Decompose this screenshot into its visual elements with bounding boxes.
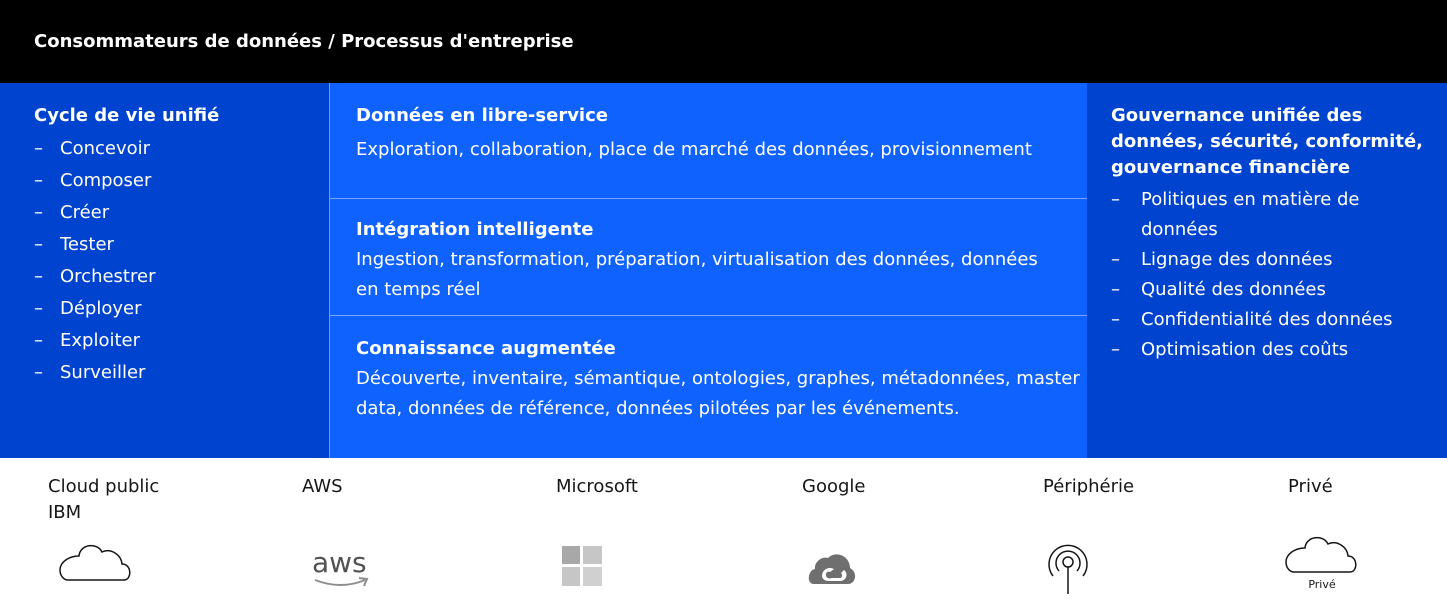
windows-logo-icon [562,546,602,586]
lifecycle-panel: Cycle de vie unifié Concevoir Composer C… [0,83,329,458]
list-item: Politiques en matière de données [1111,185,1431,245]
provider-label-ibm: Cloud public IBM [48,476,160,523]
list-item: Déployer [34,293,329,325]
data-services-panel: Données en libre-service Exploration, co… [329,83,1088,458]
private-cloud-icon: Privé [1285,536,1357,591]
list-item: Confidentialité des données [1111,305,1431,335]
integration-section: Intégration intelligente Ingestion, tran… [330,217,1088,305]
governance-list: Politiques en matière de données Lignage… [1111,185,1431,365]
provider-label-edge: Périphérie [1043,476,1135,497]
section-divider [330,315,1088,316]
list-item: Composer [34,165,329,197]
lifecycle-list: Concevoir Composer Créer Tester Orchestr… [34,133,329,389]
section-title: Intégration intelligente [356,219,594,240]
page-header: Consommateurs de données / Processus d'e… [0,0,1447,83]
list-item: Lignage des données [1111,245,1431,275]
aws-logo-icon: aws [312,546,369,587]
header-title: Consommateurs de données / Processus d'e… [34,31,574,52]
section-description: Découverte, inventaire, sémantique, onto… [356,368,1080,419]
provider-label-private: Privé [1288,476,1333,497]
section-description: Exploration, collaboration, place de mar… [356,139,1032,160]
section-description: Ingestion, transformation, préparation, … [356,249,1038,300]
google-cloud-icon [808,554,856,584]
list-item: Optimisation des coûts [1111,335,1431,365]
list-item: Orchestrer [34,261,329,293]
cloud-icon [59,544,131,581]
private-cloud-label: Privé [1308,578,1336,591]
augmented-knowledge-section: Connaissance augmentée Découverte, inven… [330,336,1088,424]
section-title: Connaissance augmentée [356,338,616,359]
section-title: Données en libre-service [356,105,608,126]
list-item: Concevoir [34,133,329,165]
governance-title: Gouvernance unifiée des données, sécurit… [1111,105,1423,178]
list-item: Surveiller [34,357,329,389]
edge-antenna-icon [1048,544,1088,594]
provider-label-aws: AWS [302,476,343,497]
aws-logo-text: aws [312,546,367,579]
provider-label-microsoft: Microsoft [556,476,638,497]
list-item: Exploiter [34,325,329,357]
provider-label-google: Google [802,476,866,497]
list-item: Qualité des données [1111,275,1431,305]
lifecycle-title: Cycle de vie unifié [34,105,220,126]
list-item: Tester [34,229,329,261]
self-service-section: Données en libre-service Exploration, co… [330,103,1088,165]
list-item: Créer [34,197,329,229]
governance-panel: Gouvernance unifiée des données, sécurit… [1087,83,1447,458]
section-divider [330,198,1088,199]
